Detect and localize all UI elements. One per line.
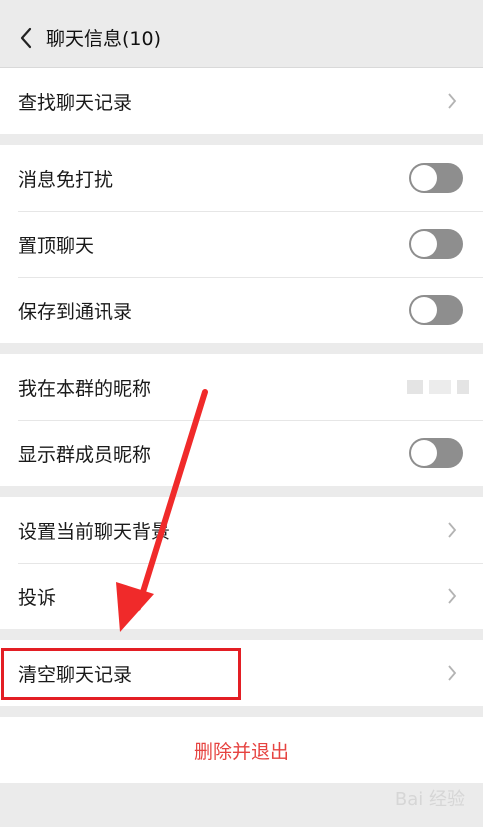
row-show-nicknames: 显示群成员昵称 xyxy=(0,420,483,486)
row-label: 保存到通讯录 xyxy=(18,300,133,323)
row-label: 消息免打扰 xyxy=(18,168,114,191)
row-report[interactable]: 投诉 xyxy=(0,563,483,629)
pin-toggle[interactable] xyxy=(409,229,463,259)
annotation-highlight-box xyxy=(1,648,241,700)
status-bar xyxy=(0,0,483,8)
row-label: 设置当前聊天背景 xyxy=(18,520,171,543)
row-mute: 消息免打扰 xyxy=(0,145,483,211)
save-contacts-toggle[interactable] xyxy=(409,295,463,325)
row-label: 置顶聊天 xyxy=(18,234,95,257)
chevron-right-icon xyxy=(445,520,459,540)
delete-exit-button[interactable]: 删除并退出 xyxy=(0,717,483,783)
row-save-contacts: 保存到通讯录 xyxy=(0,277,483,343)
show-nicknames-toggle[interactable] xyxy=(409,438,463,468)
toggle-knob xyxy=(411,165,437,191)
row-pin: 置顶聊天 xyxy=(0,211,483,277)
toggle-knob xyxy=(411,297,437,323)
mute-toggle[interactable] xyxy=(409,163,463,193)
delete-exit-label: 删除并退出 xyxy=(193,740,289,763)
chevron-right-icon xyxy=(445,91,459,111)
row-label: 投诉 xyxy=(18,586,57,609)
toggle-knob xyxy=(411,231,437,257)
group-notifications: 消息免打扰 置顶聊天 保存到通讯录 xyxy=(0,145,483,343)
chevron-right-icon xyxy=(445,586,459,606)
page-title: 聊天信息(10) xyxy=(46,28,162,50)
row-label: 查找聊天记录 xyxy=(18,91,133,114)
row-chat-background[interactable]: 设置当前聊天背景 xyxy=(0,497,483,563)
row-search-history[interactable]: 查找聊天记录 xyxy=(0,68,483,134)
back-button[interactable] xyxy=(12,24,40,52)
group-search: 查找聊天记录 xyxy=(0,68,483,134)
chevron-left-icon xyxy=(20,27,32,48)
row-label: 我在本群的昵称 xyxy=(18,377,152,400)
header: 聊天信息(10) xyxy=(0,8,483,68)
toggle-knob xyxy=(411,440,437,466)
nickname-value-blurred xyxy=(407,380,469,394)
row-my-nickname[interactable]: 我在本群的昵称 xyxy=(0,354,483,420)
row-label: 显示群成员昵称 xyxy=(18,443,152,466)
group-misc: 设置当前聊天背景 投诉 xyxy=(0,497,483,629)
watermark: Bai 经验 xyxy=(394,789,465,810)
chevron-right-icon xyxy=(445,663,459,683)
group-nickname: 我在本群的昵称 显示群成员昵称 xyxy=(0,354,483,486)
